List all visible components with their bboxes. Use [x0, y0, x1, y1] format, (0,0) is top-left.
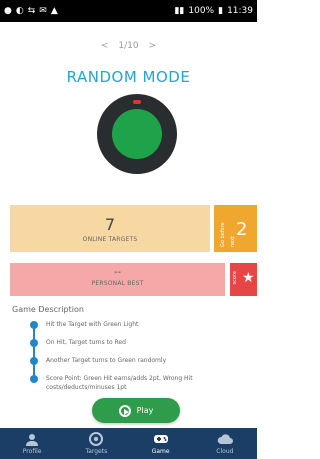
description-item: On Hit, Target turns to Red — [46, 339, 126, 346]
play-label: Play — [136, 406, 154, 415]
bottom-navigation: Profile Targets Game Cloud — [0, 428, 257, 459]
notification-icon: ● — [4, 6, 12, 16]
nav-label: Profile — [22, 447, 42, 455]
go-before-next-card[interactable]: Go before next 2 — [214, 205, 257, 252]
prev-page-button[interactable]: < — [101, 41, 109, 51]
description-item: Score Point: Green Hit earns/adds 2pt, W… — [46, 375, 193, 391]
page-indicator: 1/10 — [118, 41, 139, 51]
alert-icon: ▲ — [50, 6, 58, 16]
clock-text: 11:39 — [227, 6, 253, 16]
nav-item-profile[interactable]: Profile — [0, 428, 64, 459]
gamepad-icon — [153, 433, 169, 446]
personal-best-card: -- PERSONAL BEST — [10, 263, 225, 296]
star-icon: ★ — [242, 270, 255, 286]
score-card[interactable]: score ★ — [230, 263, 257, 296]
page-title: RANDOM MODE — [66, 68, 191, 86]
battery-icon: ▮ — [218, 6, 224, 16]
timeline-dot — [30, 375, 38, 383]
cloud-icon — [217, 433, 233, 446]
description-item: Hit the Target with Green Light — [46, 321, 139, 328]
go-before-next-label: Go before next — [220, 222, 236, 247]
game-description-title: Game Description — [12, 305, 84, 314]
nav-label: Targets — [85, 447, 108, 455]
nav-item-game[interactable]: Game — [129, 428, 193, 459]
status-icons-left: ● ◐ ⇆ ✉ ▲ — [4, 6, 58, 16]
target-indicator-red — [133, 100, 141, 104]
nav-label: Game — [151, 447, 170, 455]
person-icon — [25, 433, 39, 446]
next-page-button[interactable]: > — [149, 41, 157, 51]
nav-label: Cloud — [216, 447, 234, 455]
online-targets-label: ONLINE TARGETS — [82, 236, 138, 243]
sync-icon: ◐ — [15, 6, 24, 16]
status-icons-right: ▮▮ 100% ▮ 11:39 — [174, 6, 253, 16]
message-icon: ✉ — [39, 6, 47, 16]
usb-icon: ⇆ — [27, 6, 36, 16]
signal-icon: ▮▮ — [174, 6, 185, 16]
play-button[interactable]: Play — [92, 398, 180, 423]
timeline-line — [33, 324, 35, 382]
nav-item-cloud[interactable]: Cloud — [193, 428, 257, 459]
timeline-dot — [30, 357, 38, 365]
online-targets-card: 7 ONLINE TARGETS — [10, 205, 210, 252]
description-item: Another Target turns to Green randomly — [46, 357, 167, 364]
target-icon — [89, 432, 104, 446]
go-before-next-value: 2 — [236, 219, 248, 240]
timeline-dot — [30, 321, 38, 329]
target-green-light — [112, 109, 162, 159]
personal-best-value: -- — [113, 267, 122, 278]
personal-best-label: PERSONAL BEST — [91, 280, 144, 287]
timeline-dot — [30, 339, 38, 347]
nav-item-targets[interactable]: Targets — [64, 428, 128, 459]
target-visual — [97, 94, 177, 174]
online-targets-value: 7 — [104, 215, 116, 234]
status-bar: ● ◐ ⇆ ✉ ▲ ▮▮ 100% ▮ 11:39 — [0, 0, 257, 22]
play-icon — [118, 404, 131, 417]
battery-text: 100% — [188, 6, 215, 16]
score-label: score — [232, 271, 238, 285]
pager: < 1/10 > — [0, 41, 257, 51]
